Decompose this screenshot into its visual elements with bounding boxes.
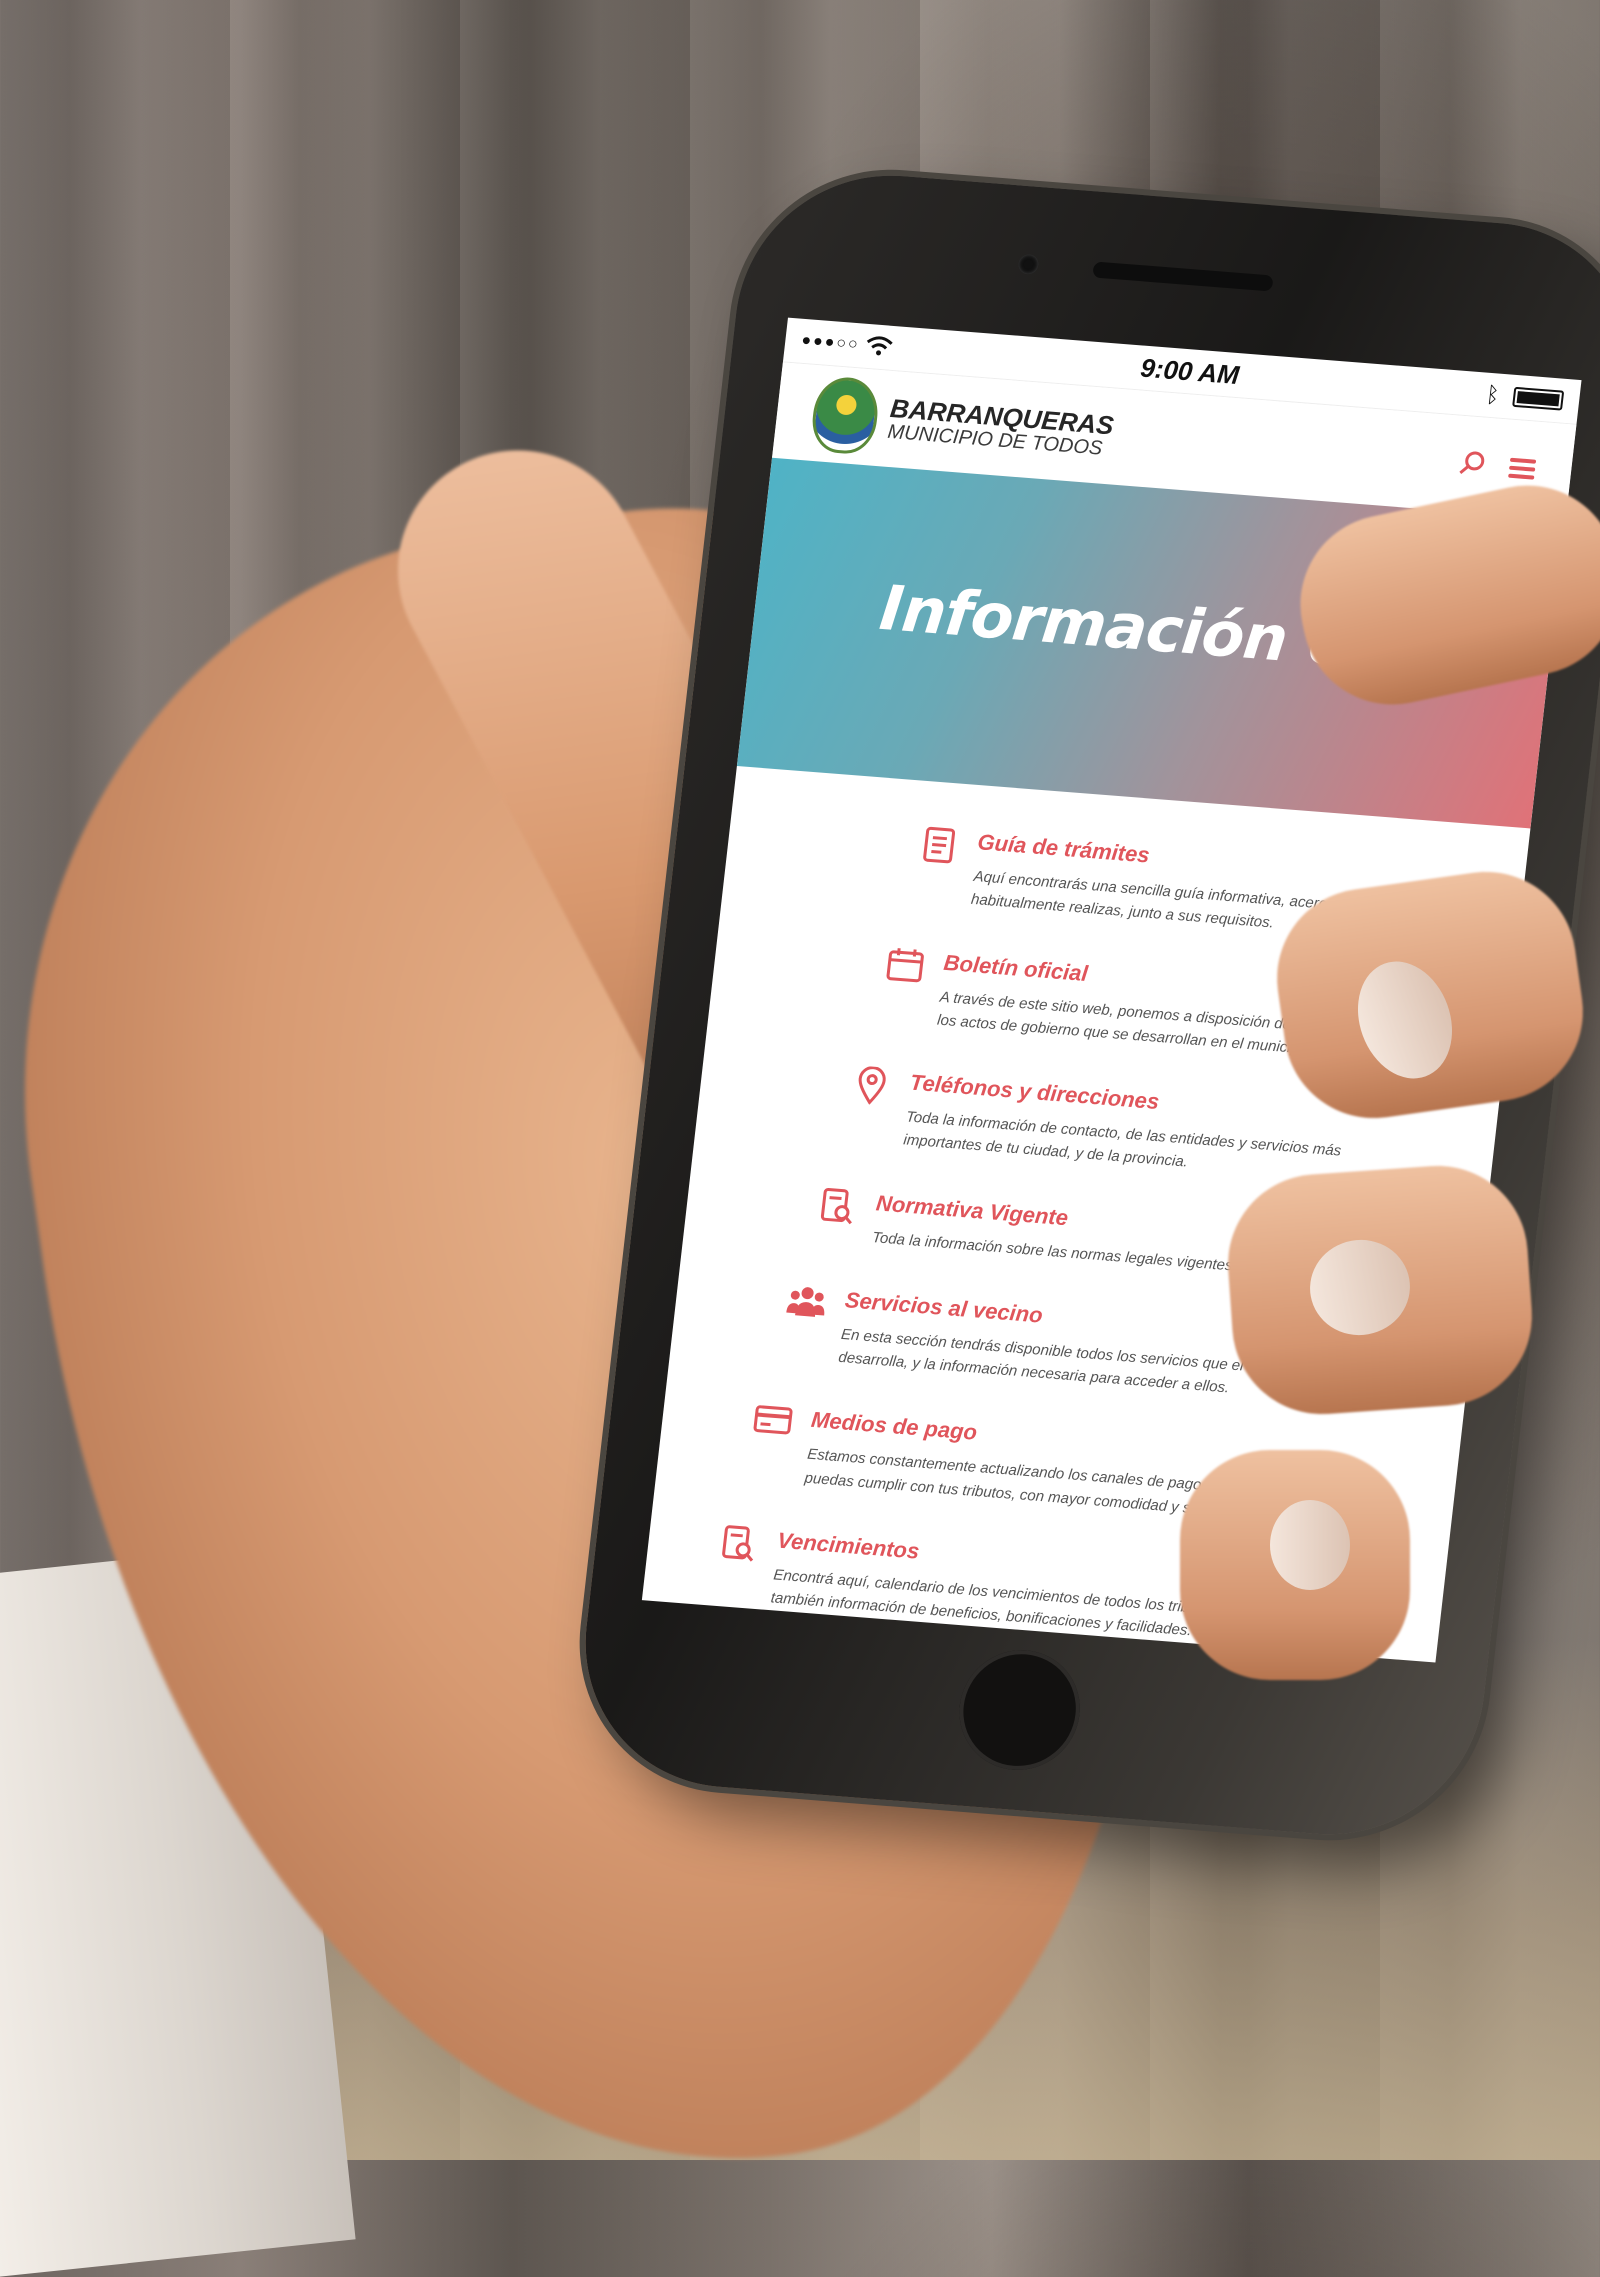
bluetooth-icon: ᛒ <box>1484 381 1501 408</box>
document-list-icon <box>917 825 961 868</box>
hamburger-menu-icon[interactable] <box>1508 454 1537 484</box>
wifi-icon <box>864 330 895 363</box>
brand-logo-link[interactable]: BARRANQUERAS MUNICIPIO DE TODOS <box>809 375 1117 474</box>
credit-card-icon <box>750 1403 794 1446</box>
fingernail <box>1270 1500 1350 1590</box>
status-time: 9:00 AM <box>1138 352 1241 390</box>
search-icon[interactable] <box>1458 448 1487 481</box>
battery-icon <box>1512 386 1565 411</box>
people-group-icon <box>784 1282 828 1325</box>
municipal-crest-logo <box>809 375 882 456</box>
earpiece-speaker <box>1092 261 1274 292</box>
document-search-icon <box>815 1185 859 1228</box>
front-camera <box>1017 253 1040 276</box>
location-pin-icon <box>849 1065 893 1108</box>
signal-strength: ●●●○○ <box>800 331 861 354</box>
calendar-icon <box>883 945 927 988</box>
home-button[interactable] <box>952 1645 1087 1775</box>
document-search-icon <box>717 1523 761 1566</box>
